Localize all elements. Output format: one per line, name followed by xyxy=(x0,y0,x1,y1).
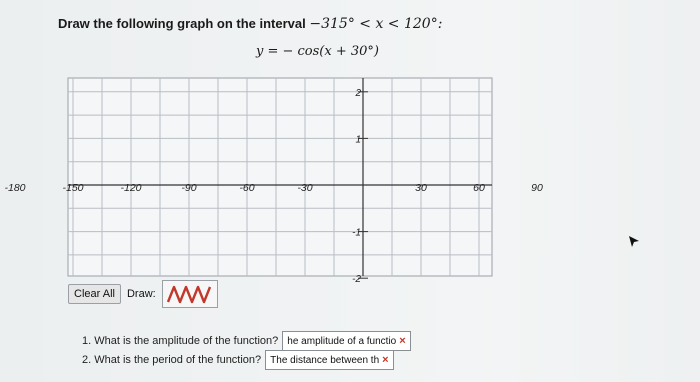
clear-answer-icon[interactable]: × xyxy=(399,335,405,347)
clear-all-button[interactable]: Clear All xyxy=(68,284,121,304)
question-1: 1. What is the amplitude of the function… xyxy=(82,331,411,351)
graph-toolbar: Clear All Draw: xyxy=(68,280,218,308)
amplitude-answer-field[interactable]: he amplitude of a functio × xyxy=(282,331,411,351)
sine-wave-icon xyxy=(166,285,211,304)
y-tick-label: 2 xyxy=(354,88,361,99)
x-tick-label: 30 xyxy=(415,182,427,194)
plot-area xyxy=(67,77,493,277)
x-tick-label: -120 xyxy=(120,182,141,194)
period-answer-value: The distance between th xyxy=(270,354,380,366)
x-tick-label: -180 xyxy=(4,182,25,194)
graph-grid[interactable]: -300-270-240-210-180-150-120-90-60-30306… xyxy=(0,0,700,382)
draw-label: Draw: xyxy=(126,288,156,300)
x-tick-label: 90 xyxy=(531,182,543,194)
x-tick-label: -150 xyxy=(62,182,83,194)
amplitude-answer-value: he amplitude of a functio xyxy=(287,335,397,347)
y-tick-label: -2 xyxy=(352,274,361,285)
mouse-cursor-icon xyxy=(629,236,639,247)
question-2-label: 2. What is the period of the function? xyxy=(82,354,262,366)
period-answer-field[interactable]: The distance between th × xyxy=(265,350,394,370)
x-tick-label: -30 xyxy=(297,182,312,194)
x-tick-label: 60 xyxy=(473,182,485,194)
y-tick-label: -1 xyxy=(352,228,361,239)
x-tick-label: -90 xyxy=(181,182,196,194)
x-tick-label: -60 xyxy=(239,182,254,194)
grid-lines xyxy=(67,77,493,277)
y-tick-label: 1 xyxy=(355,134,361,145)
question-2: 2. What is the period of the function? T… xyxy=(82,350,394,370)
sine-draw-tool[interactable] xyxy=(161,280,218,308)
clear-answer-icon[interactable]: × xyxy=(382,354,388,366)
question-1-label: 1. What is the amplitude of the function… xyxy=(82,335,279,347)
